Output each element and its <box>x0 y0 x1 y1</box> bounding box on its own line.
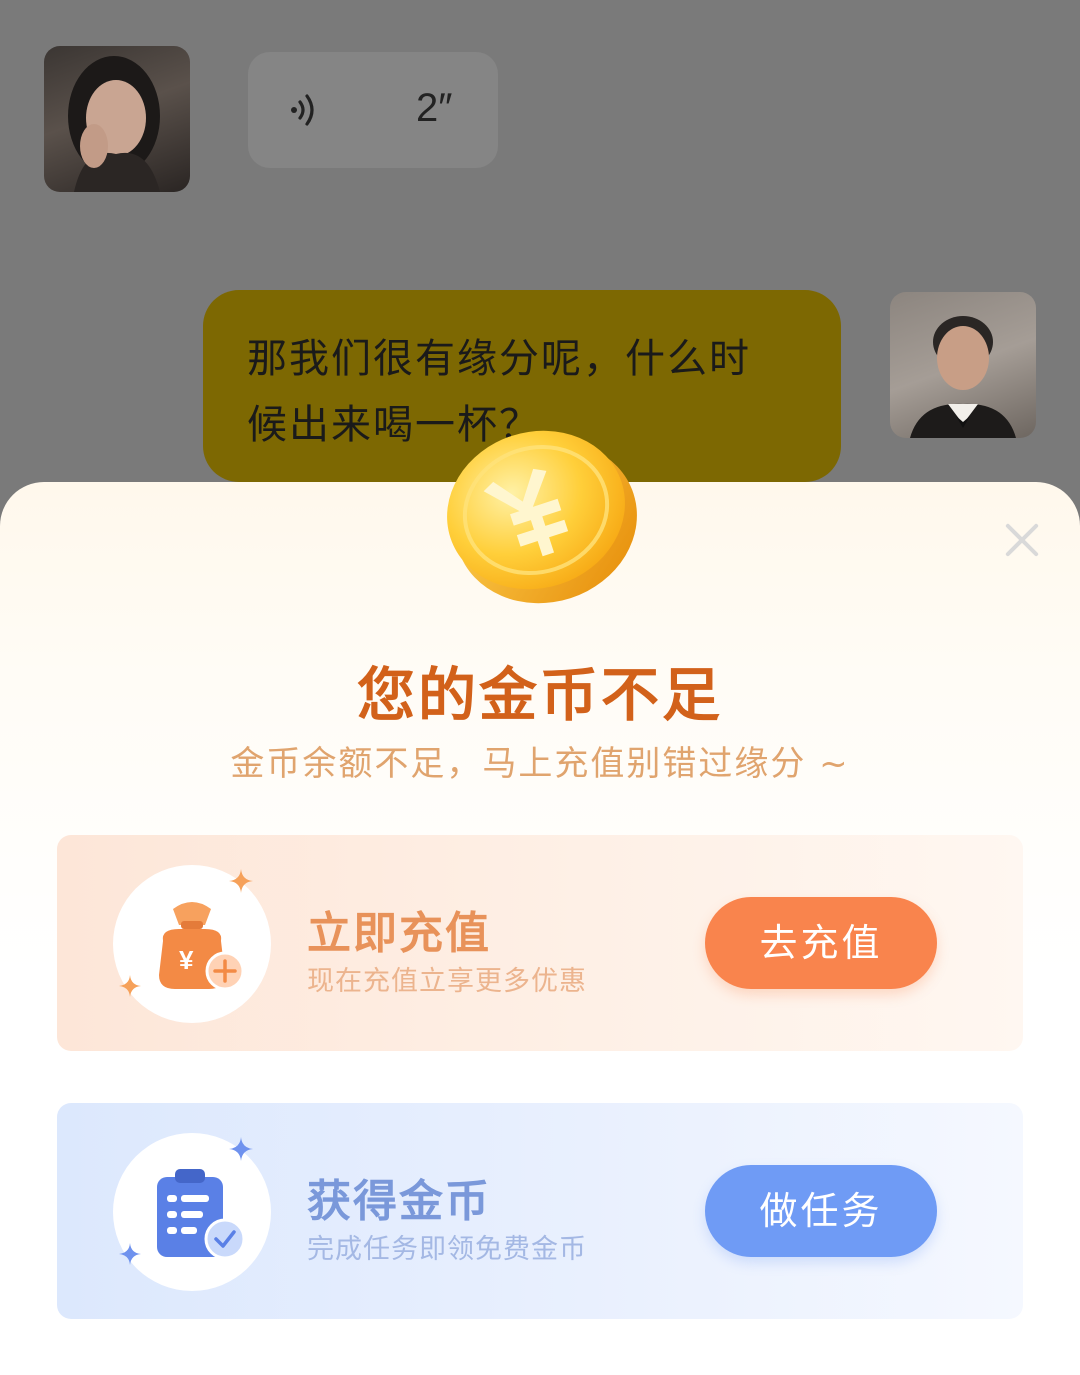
sparkle-icon <box>119 1243 141 1265</box>
earn-coins-description: 完成任务即领免费金币 <box>307 1234 587 1265</box>
svg-text:¥: ¥ <box>179 945 194 975</box>
sparkle-icon <box>229 1137 253 1161</box>
sparkle-icon <box>119 975 141 997</box>
recharge-card: ¥ 立即充值 现在充值立享更多优惠 去充值 <box>57 835 1023 1051</box>
close-button[interactable] <box>1004 522 1040 558</box>
user-avatar[interactable] <box>890 292 1036 438</box>
voice-wave-icon <box>291 94 314 126</box>
insufficient-coins-sheet: 您的金币不足 金币余额不足，马上充值别错过缘分 ~ ¥ 立即充值 现在充值立享更… <box>0 482 1080 1375</box>
message-line-1: 那我们很有缘分呢，什么时 <box>247 336 751 382</box>
sheet-subtitle: 金币余额不足，马上充值别错过缘分 ~ <box>230 744 850 784</box>
go-recharge-button[interactable]: 去充值 <box>705 897 937 989</box>
recharge-description: 现在充值立享更多优惠 <box>307 966 587 997</box>
contact-avatar[interactable] <box>44 46 190 192</box>
recharge-title: 立即充值 <box>307 908 491 959</box>
sparkle-icon <box>229 869 253 893</box>
sheet-title: 您的金币不足 <box>356 661 723 729</box>
earn-coins-title: 获得金币 <box>307 1176 491 1227</box>
voice-duration: 2″ <box>416 86 453 130</box>
earn-coins-card: 获得金币 完成任务即领免费金币 做任务 <box>57 1103 1023 1319</box>
voice-message-bubble[interactable]: 2″ <box>248 52 498 168</box>
yuan-coin-icon <box>447 430 637 604</box>
do-tasks-button[interactable]: 做任务 <box>705 1165 937 1257</box>
